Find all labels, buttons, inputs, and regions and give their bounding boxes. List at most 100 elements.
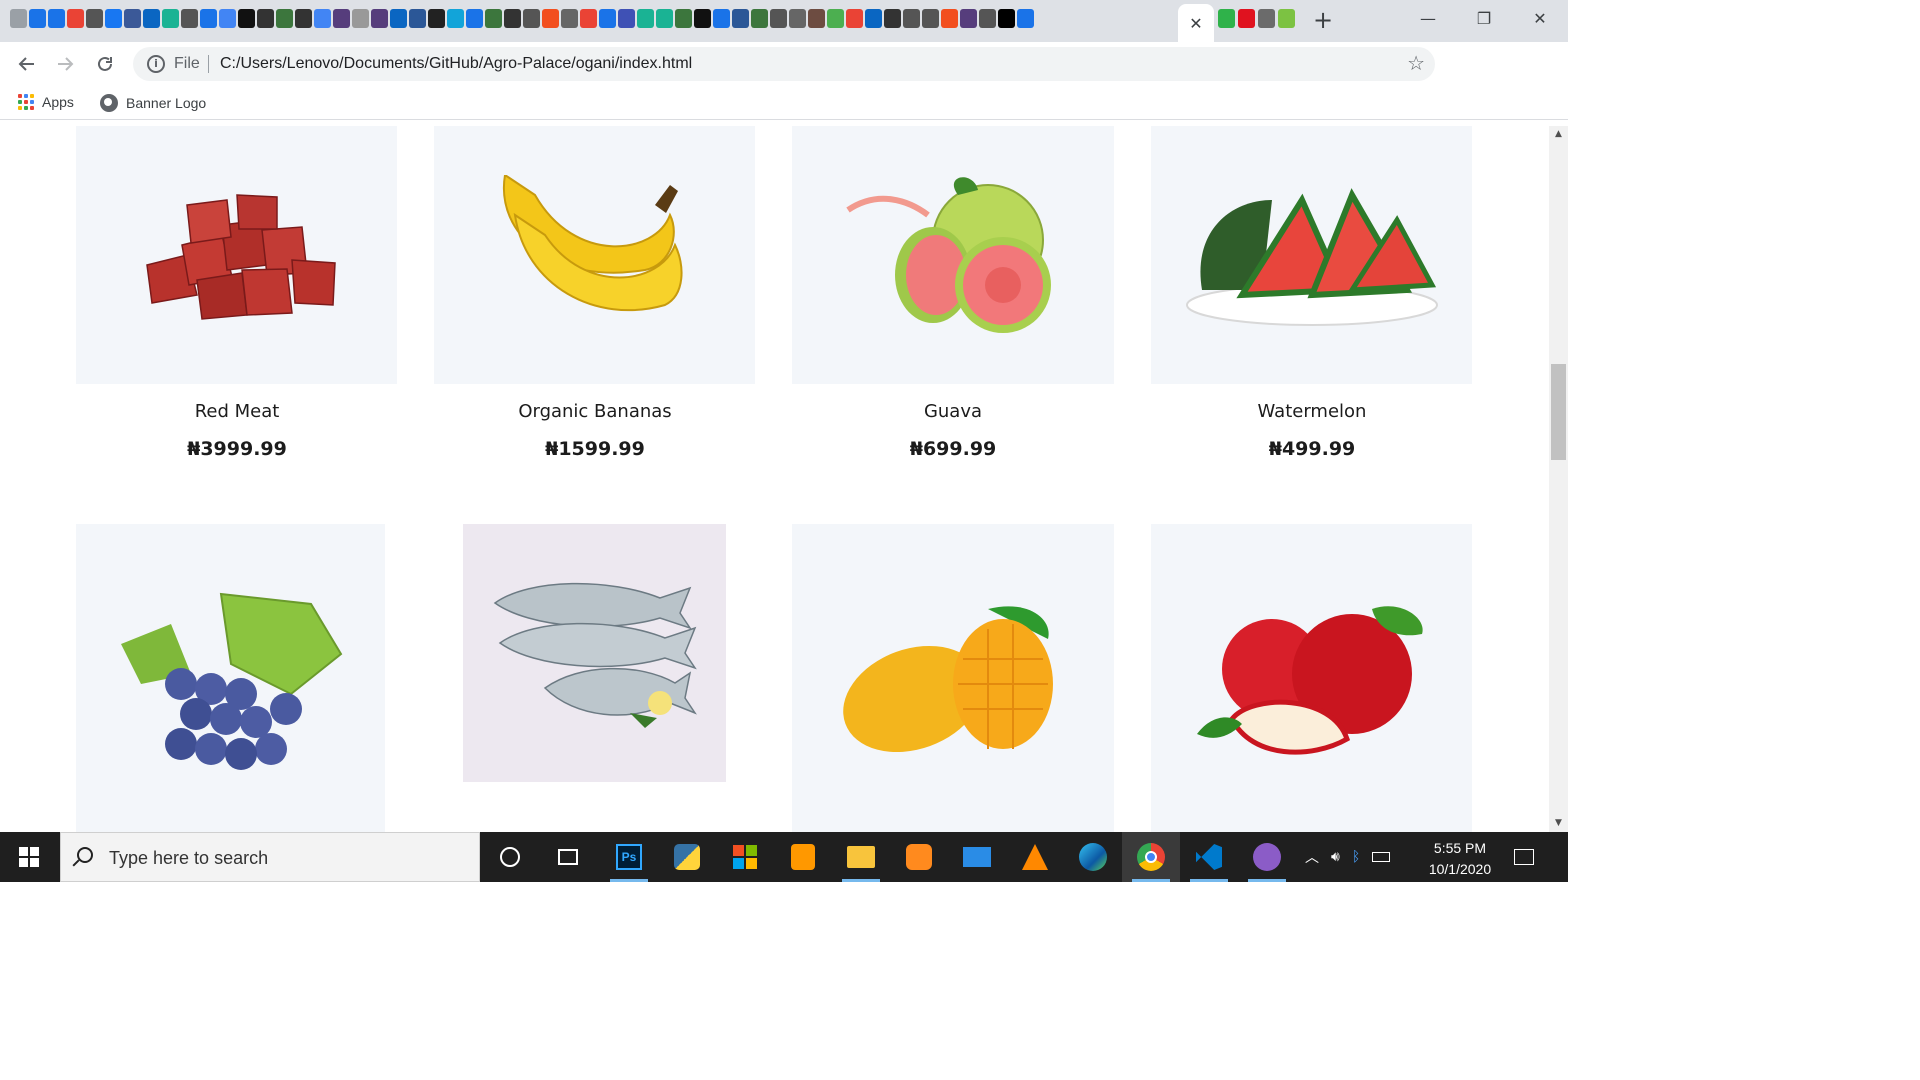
tab-favicon[interactable] xyxy=(67,9,84,28)
bookmark-star-icon[interactable]: ☆ xyxy=(1407,51,1425,75)
tab-favicon[interactable] xyxy=(162,9,179,28)
uc-browser-icon[interactable] xyxy=(890,832,948,882)
tab-favicon[interactable] xyxy=(922,9,939,28)
tab-favicon[interactable] xyxy=(219,9,236,28)
tab-close-icon[interactable]: ✕ xyxy=(1189,14,1202,33)
bookmark-banner-logo[interactable]: Banner Logo xyxy=(100,94,206,112)
tab-favicon[interactable] xyxy=(903,9,920,28)
tab-favicon[interactable] xyxy=(428,9,445,28)
github-desktop-icon[interactable] xyxy=(1238,832,1296,882)
tab-favicon[interactable] xyxy=(1258,9,1275,28)
taskbar-clock[interactable]: 5:55 PM 10/1/2020 xyxy=(1420,838,1500,880)
tab-favicon[interactable] xyxy=(314,9,331,28)
chrome-icon[interactable] xyxy=(1122,832,1180,882)
tab-favicon[interactable] xyxy=(960,9,977,28)
tab-favicon[interactable] xyxy=(808,9,825,28)
notification-center-icon[interactable] xyxy=(1514,832,1534,882)
product-image-red-meat[interactable] xyxy=(76,126,397,384)
tab-favicon[interactable] xyxy=(523,9,540,28)
store-icon[interactable] xyxy=(716,832,774,882)
product-name[interactable]: Organic Bananas xyxy=(434,401,756,422)
tab-favicon[interactable] xyxy=(789,9,806,28)
tab-favicon[interactable] xyxy=(732,9,749,28)
product-image-grapes[interactable] xyxy=(76,524,385,832)
active-tab[interactable]: ✕ xyxy=(1178,4,1214,42)
photoshop-icon[interactable]: Ps xyxy=(600,832,658,882)
product-image-guava[interactable] xyxy=(792,126,1114,384)
restore-button[interactable]: ❐ xyxy=(1456,0,1512,36)
back-button[interactable] xyxy=(14,51,40,77)
cortana-icon[interactable] xyxy=(481,832,539,882)
tab-favicon[interactable] xyxy=(86,9,103,28)
tab-favicon[interactable] xyxy=(485,9,502,28)
tab-favicon[interactable] xyxy=(770,9,787,28)
tab-favicon[interactable] xyxy=(447,9,464,28)
tab-favicon[interactable] xyxy=(143,9,160,28)
tab-favicon[interactable] xyxy=(105,9,122,28)
tab-favicon[interactable] xyxy=(390,9,407,28)
close-window-button[interactable]: ✕ xyxy=(1512,0,1568,36)
tab-favicon[interactable] xyxy=(504,9,521,28)
tab-favicon[interactable] xyxy=(124,9,141,28)
bookmark-apps[interactable]: Apps xyxy=(18,94,74,110)
tab-favicon[interactable] xyxy=(333,9,350,28)
bluetooth-icon[interactable]: ᛒ xyxy=(1352,849,1360,865)
sublime-text-icon[interactable] xyxy=(774,832,832,882)
python-icon[interactable] xyxy=(658,832,716,882)
product-image-mango[interactable] xyxy=(792,524,1114,832)
tab-favicon[interactable] xyxy=(542,9,559,28)
tab-favicon[interactable] xyxy=(998,9,1015,28)
product-name[interactable]: Watermelon xyxy=(1151,401,1473,422)
tab-favicon[interactable] xyxy=(1218,9,1235,28)
vscode-icon[interactable] xyxy=(1180,832,1238,882)
tab-favicon[interactable] xyxy=(618,9,635,28)
tab-favicon[interactable] xyxy=(29,9,46,28)
product-name[interactable]: Guava xyxy=(792,401,1114,422)
tab-favicon[interactable] xyxy=(181,9,198,28)
address-bar[interactable]: i File C:/Users/Lenovo/Documents/GitHub/… xyxy=(133,47,1435,81)
product-image-fish[interactable] xyxy=(463,524,726,782)
tab-favicon[interactable] xyxy=(238,9,255,28)
taskbar-search[interactable]: Type here to search xyxy=(60,832,480,882)
page-scrollbar[interactable]: ▲ ▼ xyxy=(1549,126,1568,832)
tab-favicon[interactable] xyxy=(1278,9,1295,28)
tab-favicon[interactable] xyxy=(48,9,65,28)
url-text[interactable]: C:/Users/Lenovo/Documents/GitHub/Agro-Pa… xyxy=(220,55,692,73)
tab-favicon[interactable] xyxy=(713,9,730,28)
tab-favicon[interactable] xyxy=(200,9,217,28)
vlc-icon[interactable] xyxy=(1006,832,1064,882)
tab-favicon[interactable] xyxy=(352,9,369,28)
product-image-apples[interactable] xyxy=(1151,524,1472,832)
file-explorer-icon[interactable] xyxy=(832,832,890,882)
tab-favicon[interactable] xyxy=(884,9,901,28)
tab-favicon[interactable] xyxy=(257,9,274,28)
tab-favicon[interactable] xyxy=(1017,9,1034,28)
task-view-icon[interactable] xyxy=(539,832,597,882)
tab-favicon[interactable] xyxy=(580,9,597,28)
tab-favicon[interactable] xyxy=(599,9,616,28)
tab-favicon[interactable] xyxy=(466,9,483,28)
tab-favicon[interactable] xyxy=(846,9,863,28)
site-info-icon[interactable]: i xyxy=(147,55,165,73)
product-name[interactable]: Red Meat xyxy=(76,401,398,422)
minimize-button[interactable]: — xyxy=(1400,0,1456,36)
tab-favicon[interactable] xyxy=(637,9,654,28)
mail-icon[interactable] xyxy=(948,832,1006,882)
start-button[interactable] xyxy=(0,832,58,882)
tab-favicon[interactable] xyxy=(276,9,293,28)
tab-favicon[interactable] xyxy=(561,9,578,28)
tab-favicon[interactable] xyxy=(979,9,996,28)
tab-favicon[interactable] xyxy=(371,9,388,28)
reload-button[interactable] xyxy=(92,51,118,77)
product-image-bananas[interactable] xyxy=(434,126,755,384)
scroll-up-arrow-icon[interactable]: ▲ xyxy=(1549,126,1568,143)
forward-button[interactable] xyxy=(52,51,78,77)
scroll-down-arrow-icon[interactable]: ▼ xyxy=(1549,815,1568,832)
tab-favicon[interactable] xyxy=(656,9,673,28)
tab-favicon[interactable] xyxy=(295,9,312,28)
new-tab-button[interactable]: + xyxy=(1310,7,1336,33)
tab-favicon[interactable] xyxy=(941,9,958,28)
edge-icon[interactable] xyxy=(1064,832,1122,882)
tray-chevron-up-icon[interactable]: ︿ xyxy=(1305,847,1319,867)
tab-favicon[interactable] xyxy=(694,9,711,28)
